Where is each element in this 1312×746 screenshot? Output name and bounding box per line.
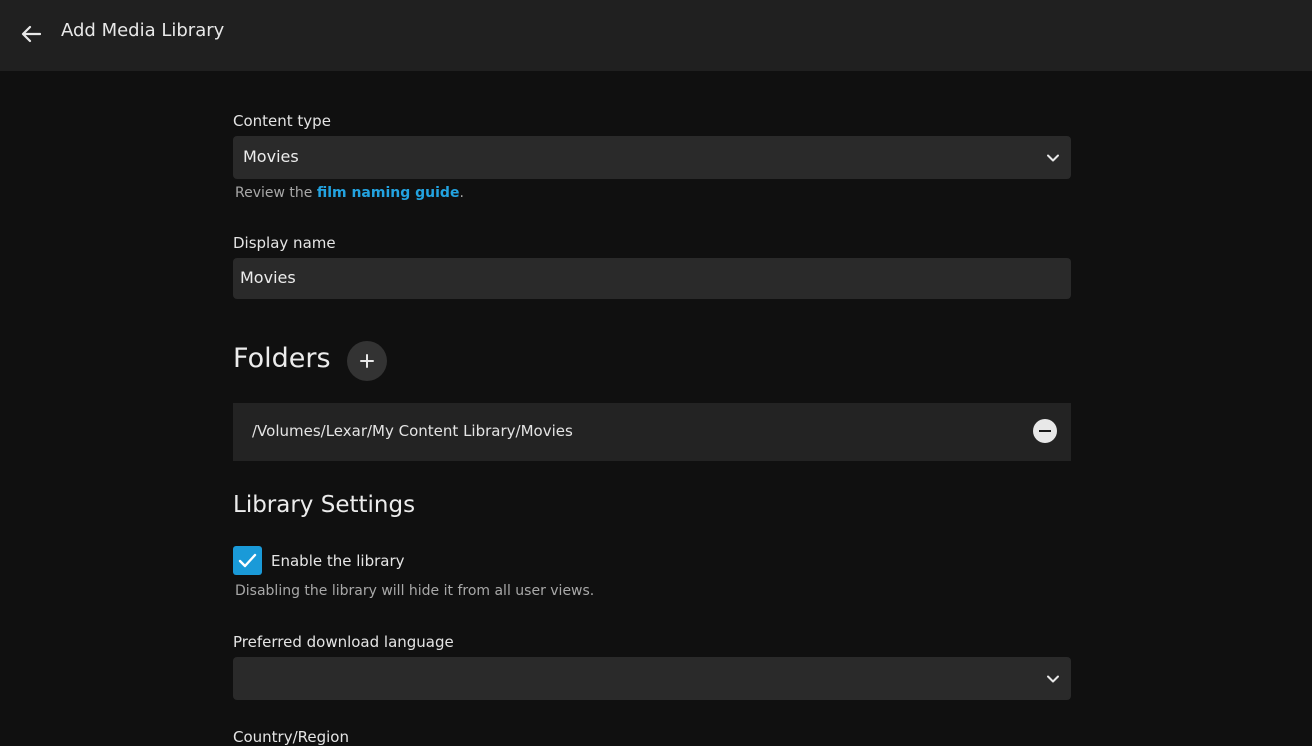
- app-header: Add Media Library: [0, 0, 1312, 71]
- folder-path: /Volumes/Lexar/My Content Library/Movies: [252, 422, 573, 440]
- remove-folder-button[interactable]: [1033, 419, 1057, 443]
- enable-library-label: Enable the library: [271, 552, 405, 570]
- naming-help-suffix: .: [459, 185, 464, 201]
- download-language-select[interactable]: [233, 657, 1071, 700]
- chevron-down-icon: [1047, 154, 1059, 162]
- content-type-label: Content type: [233, 112, 331, 130]
- download-language-label: Preferred download language: [233, 633, 454, 651]
- enable-library-help: Disabling the library will hide it from …: [235, 583, 595, 599]
- plus-icon: [360, 354, 374, 368]
- folders-heading: Folders: [233, 343, 331, 374]
- arrow-left-icon: [21, 25, 41, 43]
- back-button[interactable]: [14, 17, 48, 51]
- checkmark-icon: [238, 553, 257, 568]
- page-title: Add Media Library: [61, 20, 225, 41]
- folder-list-item: /Volumes/Lexar/My Content Library/Movies: [233, 403, 1071, 461]
- enable-library-checkbox[interactable]: [233, 546, 262, 575]
- add-folder-button[interactable]: [347, 341, 387, 381]
- library-settings-heading: Library Settings: [233, 492, 416, 518]
- content-type-value: Movies: [243, 147, 299, 166]
- content-type-select[interactable]: Movies: [233, 136, 1071, 179]
- naming-guide-help: Review the film naming guide.: [235, 185, 464, 201]
- display-name-label: Display name: [233, 234, 336, 252]
- chevron-down-icon: [1047, 675, 1059, 683]
- country-region-label: Country/Region: [233, 728, 349, 746]
- display-name-value: Movies: [240, 268, 296, 287]
- film-naming-guide-link[interactable]: film naming guide: [317, 185, 460, 201]
- naming-help-prefix: Review the: [235, 185, 317, 201]
- display-name-input[interactable]: Movies: [233, 258, 1071, 299]
